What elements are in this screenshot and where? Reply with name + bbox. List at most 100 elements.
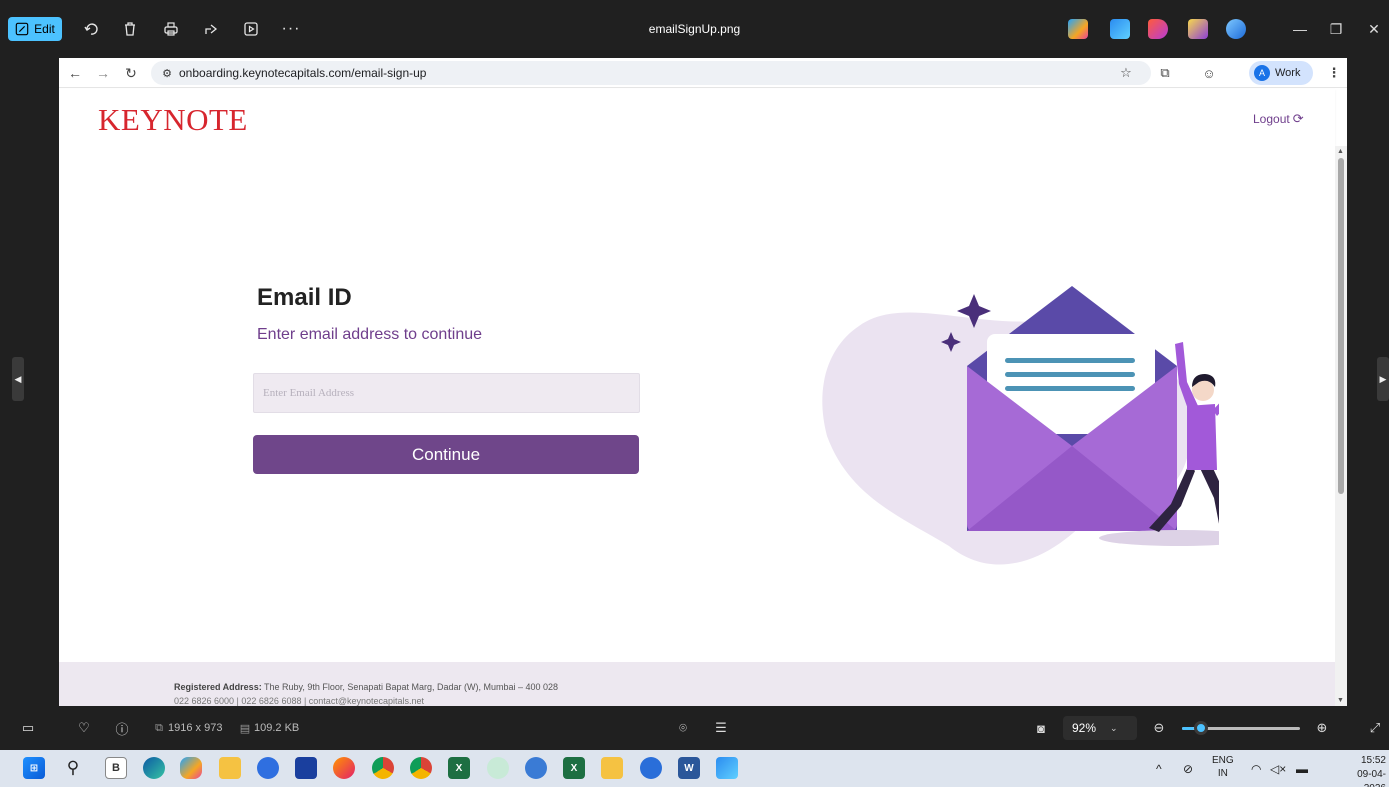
scroll-down-icon[interactable]: ▼ xyxy=(1337,697,1344,704)
zoom-slider-fill xyxy=(1182,727,1194,730)
app-icon[interactable] xyxy=(525,757,547,779)
email-field[interactable] xyxy=(253,373,640,413)
rotate-icon[interactable] xyxy=(80,18,102,40)
zoom-level-dropdown[interactable]: 92% ⌄ xyxy=(1063,716,1137,740)
more-options-icon[interactable]: ··· xyxy=(280,18,302,40)
firefox-icon[interactable] xyxy=(333,757,355,779)
viewer-status-bar: ▭ ♡ ⓘ ⧉ 1916 x 973 ▤ 109.2 KB ⌾ ☰ ◙ 92% … xyxy=(0,706,1389,750)
site-info-icon[interactable]: ⚙ xyxy=(159,65,175,81)
file-explorer-icon[interactable] xyxy=(219,757,241,779)
zoom-out-icon[interactable]: ⊖ xyxy=(1150,719,1168,737)
clock-date: 09-04-2026 xyxy=(1357,769,1386,787)
app-b-icon[interactable]: B xyxy=(105,757,127,779)
close-icon[interactable]: ✕ xyxy=(1360,15,1388,43)
avatar: A xyxy=(1254,65,1270,81)
zoom-slider-thumb[interactable] xyxy=(1194,721,1208,735)
address-bar[interactable]: ⚙ onboarding.keynotecapitals.com/email-s… xyxy=(151,61,1151,85)
page-subtitle: Enter email address to continue xyxy=(257,326,483,343)
file-size: 109.2 KB xyxy=(254,722,300,734)
file-info-icon[interactable]: ⓘ xyxy=(113,719,131,737)
notifications-off-icon[interactable]: ⊘ xyxy=(1183,762,1193,776)
copilot-icon[interactable] xyxy=(1068,19,1088,39)
wifi-icon[interactable]: ◠ xyxy=(1251,762,1261,776)
extensions-icon[interactable]: ⧉ xyxy=(1156,64,1174,82)
previous-image-icon[interactable]: ◀ xyxy=(12,357,24,401)
footer-address-label: Registered Address: xyxy=(174,682,262,692)
file-size-icon: ▤ xyxy=(239,722,251,735)
chevron-down-icon: ⌄ xyxy=(1110,722,1118,733)
restore-icon[interactable]: ❐ xyxy=(1322,15,1350,43)
filmstrip-icon[interactable]: ▭ xyxy=(19,719,37,737)
copilot-taskbar-icon[interactable] xyxy=(180,757,202,779)
print-icon[interactable] xyxy=(160,18,182,40)
logout-icon: ⟳ xyxy=(1292,111,1304,126)
bookmark-star-icon[interactable]: ☆ xyxy=(1117,64,1135,82)
logout-label: Logout xyxy=(1253,112,1290,126)
onedrive-icon[interactable] xyxy=(1226,19,1246,39)
browser-toolbar: ← → ↻ ⚙ onboarding.keynotecapitals.com/e… xyxy=(59,58,1347,88)
edge-icon[interactable] xyxy=(143,757,165,779)
letter-line xyxy=(1005,386,1135,391)
tray-overflow-icon[interactable]: ^ xyxy=(1156,762,1162,776)
zoom-in-icon[interactable]: ⊕ xyxy=(1313,719,1331,737)
app-icon[interactable] xyxy=(640,757,662,779)
site-footer: Registered Address: The Ruby, 9th Floor,… xyxy=(59,662,1335,706)
folder-icon[interactable] xyxy=(601,757,623,779)
reload-icon[interactable]: ↻ xyxy=(122,64,140,82)
app-icon[interactable] xyxy=(487,757,509,779)
back-icon[interactable]: ← xyxy=(66,64,84,82)
store-icon[interactable] xyxy=(295,757,317,779)
footer-contact: 022 6826 6000 | 022 6826 6088 | contact@… xyxy=(174,696,425,706)
search-icon[interactable]: ⚲ xyxy=(62,757,84,779)
fullscreen-icon[interactable]: ⤢ xyxy=(1366,719,1384,737)
photos-taskbar-icon[interactable] xyxy=(716,757,738,779)
letter-line xyxy=(1005,372,1135,377)
clipchamp-icon[interactable] xyxy=(1188,19,1208,39)
continue-button[interactable]: Continue xyxy=(253,435,639,474)
forward-icon[interactable]: → xyxy=(94,64,112,82)
image-dimensions: 1916 x 973 xyxy=(168,722,223,734)
keynote-logo[interactable]: KEYNOTE xyxy=(98,102,248,138)
clock[interactable]: 15:52 09-04-2026 xyxy=(1338,754,1386,787)
excel-icon[interactable]: X xyxy=(563,757,585,779)
scrollbar-thumb[interactable] xyxy=(1338,158,1344,494)
speaker-muted-icon[interactable]: ◁× xyxy=(1270,762,1286,776)
visual-search-icon[interactable]: ⌾ xyxy=(674,719,692,737)
battery-icon[interactable]: ▬ xyxy=(1296,762,1308,776)
footer-address: Registered Address: The Ruby, 9th Floor,… xyxy=(174,682,558,692)
share-icon[interactable] xyxy=(200,18,222,40)
favorite-heart-icon[interactable]: ♡ xyxy=(75,719,93,737)
word-icon[interactable]: W xyxy=(678,757,700,779)
email-illustration xyxy=(822,286,1219,565)
slideshow-icon[interactable] xyxy=(240,18,262,40)
scroll-up-icon[interactable]: ▲ xyxy=(1337,148,1344,155)
actual-size-icon[interactable]: ◙ xyxy=(1032,719,1050,737)
app-icon[interactable] xyxy=(257,757,279,779)
delete-icon[interactable] xyxy=(119,18,141,40)
footer-address-text: The Ruby, 9th Floor, Senapati Bapat Marg… xyxy=(261,682,559,692)
windows-taskbar: ⊞ ⚲ B X X W ^ ⊘ ENG IN ◠ ◁× ▬ 15:52 09-0… xyxy=(0,750,1389,787)
input-language[interactable]: ENG IN xyxy=(1212,754,1234,780)
text-scan-icon[interactable]: ☰ xyxy=(712,719,730,737)
minimize-icon[interactable]: — xyxy=(1286,15,1314,43)
dimensions-icon: ⧉ xyxy=(155,721,163,734)
page-scrollbar[interactable]: ▲ ▼ xyxy=(1335,146,1347,706)
chrome-profile-icon[interactable] xyxy=(410,757,432,779)
next-image-icon[interactable]: ▶ xyxy=(1377,357,1389,401)
logout-link[interactable]: Logout ⟳ xyxy=(1253,111,1304,127)
photos-icon[interactable] xyxy=(1110,19,1130,39)
incognito-icon[interactable]: ☺ xyxy=(1200,64,1218,82)
edit-button[interactable]: Edit xyxy=(8,17,62,41)
chrome-icon[interactable] xyxy=(372,757,394,779)
clock-time: 15:52 xyxy=(1360,755,1386,766)
lang-line1: ENG xyxy=(1212,755,1234,766)
edit-label: Edit xyxy=(34,22,55,36)
excel-icon[interactable]: X xyxy=(448,757,470,779)
design-app-icon[interactable] xyxy=(1148,19,1168,39)
page-main: Email ID Enter email address to continue… xyxy=(59,146,1335,662)
profile-button[interactable]: A Work xyxy=(1249,61,1313,85)
browser-menu-icon[interactable]: ⋮ xyxy=(1325,64,1343,82)
start-icon[interactable]: ⊞ xyxy=(23,757,45,779)
letter-line xyxy=(1005,358,1135,363)
viewer-toolbar: Edit ··· emailSignUp.png — ❐ ✕ xyxy=(0,0,1389,58)
